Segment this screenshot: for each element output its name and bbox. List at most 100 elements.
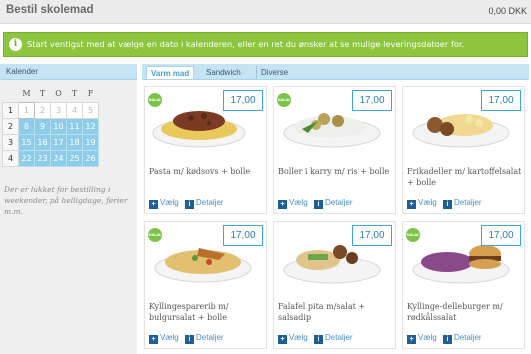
plus-icon: + (278, 200, 287, 209)
calendar-day[interactable]: 22 (18, 149, 35, 167)
product-name: Frikadeller m/ kartoffelsalat + bolle (407, 167, 522, 187)
choose-label: Vælg (289, 198, 308, 207)
info-icon: i (9, 38, 22, 51)
halal-badge: HALAL (148, 93, 162, 107)
page-header: Bestil skolemad 0,00 DKK (0, 0, 531, 24)
info-banner: i Start ventigst med at vælge en dato i … (3, 32, 528, 57)
choose-button[interactable]: + Vælg (149, 197, 179, 209)
calendar-day: 1 (18, 101, 35, 119)
calendar-day[interactable]: 9 (34, 117, 51, 135)
day-header: M (22, 89, 31, 99)
page-title: Bestil skolemad (6, 4, 94, 16)
calendar-day[interactable]: 24 (50, 149, 67, 167)
choose-label: Vælg (160, 333, 179, 342)
calendar-day[interactable]: 11 (66, 117, 83, 135)
info-square-icon: i (314, 335, 323, 344)
day-header: F (87, 89, 94, 99)
tab-varm-mad[interactable]: Varm mad (146, 66, 195, 79)
calendar-day[interactable]: 15 (18, 133, 35, 151)
price-tag: 17,00 (352, 225, 392, 246)
details-button[interactable]: i Detaljer (314, 197, 353, 209)
product-card: HALAL 17,00 Pasta m/ kødsovs + bolle + Væ… (144, 86, 267, 214)
calendar-day: 2 (34, 101, 51, 119)
calendar-day[interactable]: 16 (34, 133, 51, 151)
day-header: T (71, 89, 78, 99)
calendar-day[interactable]: 12 (82, 117, 99, 135)
info-square-icon: i (443, 335, 452, 344)
week-number: 1 (2, 101, 19, 119)
product-name: Kyllinge-delleburger m/ rødkålssalat (407, 302, 503, 322)
calendar-header: Kalender (0, 64, 137, 80)
price-tag: 17,00 (223, 90, 263, 111)
week-number: 2 (2, 117, 19, 135)
product-card: HALAL 17,00 Kyllingesparerib m/ bulgursa… (144, 221, 267, 349)
details-label: Detaljer (196, 198, 224, 207)
plus-icon: + (407, 335, 416, 344)
menu-panel: Varm mad Sandwich Diverse HALAL 17,00 Pa… (142, 64, 531, 354)
product-actions: + Vælg i Detaljer (278, 197, 396, 209)
product-card: 17,00 Frikadeller m/ kartoffelsalat + bo… (402, 86, 525, 214)
week-number: 4 (2, 149, 19, 167)
price-tag: 17,00 (352, 90, 392, 111)
choose-label: Vælg (418, 198, 437, 207)
halal-badge: HALAL (148, 228, 162, 242)
details-button[interactable]: i Detaljer (443, 332, 482, 344)
price-tag: 17,00 (223, 225, 263, 246)
info-square-icon: i (185, 200, 194, 209)
details-button[interactable]: i Detaljer (185, 197, 224, 209)
calendar-day: 5 (82, 101, 99, 119)
calendar-day: 3 (50, 101, 67, 119)
details-label: Detaljer (325, 333, 353, 342)
calendar-day[interactable]: 10 (50, 117, 67, 135)
calendar-day[interactable]: 25 (66, 149, 83, 167)
halal-badge: HALAL (406, 228, 420, 242)
category-tabs: Varm mad Sandwich Diverse (142, 64, 529, 80)
tab-diverse[interactable]: Diverse (256, 66, 292, 79)
plus-icon: + (149, 200, 158, 209)
calendar-day[interactable]: 8 (18, 117, 35, 135)
choose-button[interactable]: + Vælg (407, 197, 437, 209)
product-card: HALAL 17,00 Boller i karry m/ ris + boll… (273, 86, 396, 214)
product-actions: + Vælg i Detaljer (407, 197, 525, 209)
choose-button[interactable]: + Vælg (278, 197, 308, 209)
details-button[interactable]: i Detaljer (185, 332, 224, 344)
day-header: O (55, 89, 62, 99)
week-number: 3 (2, 133, 19, 151)
tab-sandwich[interactable]: Sandwich (202, 66, 245, 79)
details-label: Detaljer (454, 333, 482, 342)
choose-label: Vælg (418, 333, 437, 342)
calendar-day[interactable]: 23 (34, 149, 51, 167)
calendar-day[interactable]: 19 (82, 133, 99, 151)
choose-button[interactable]: + Vælg (278, 332, 308, 344)
details-button[interactable]: i Detaljer (443, 197, 482, 209)
product-actions: + Vælg i Detaljer (149, 332, 267, 344)
info-square-icon: i (443, 200, 452, 209)
plus-icon: + (149, 335, 158, 344)
calendar-day[interactable]: 26 (82, 149, 99, 167)
price-tag: 17,00 (481, 225, 521, 246)
week-col-header (3, 86, 19, 102)
halal-badge: HALAL (277, 93, 291, 107)
product-actions: + Vælg i Detaljer (278, 332, 396, 344)
product-card: 17,00 Falafel pita m/salat + salsadip + V… (273, 221, 396, 349)
calendar-day[interactable]: 17 (50, 133, 67, 151)
info-message: Start ventigst med at vælge en dato i ka… (27, 39, 465, 49)
choose-button[interactable]: + Vælg (149, 332, 179, 344)
plus-icon: + (407, 200, 416, 209)
choose-label: Vælg (289, 333, 308, 342)
calendar-day[interactable]: 18 (66, 133, 83, 151)
product-name: Kyllingesparerib m/ bulgursalat + bolle (149, 302, 229, 322)
details-label: Detaljer (454, 198, 482, 207)
product-name: Pasta m/ kødsovs + bolle (149, 167, 251, 176)
details-label: Detaljer (325, 198, 353, 207)
price-tag: 17,00 (481, 90, 521, 111)
product-actions: + Vælg i Detaljer (407, 332, 525, 344)
product-name: Boller i karry m/ ris + bolle (278, 167, 390, 176)
calendar-title: Kalender (6, 67, 39, 76)
calendar-panel: Kalender M T O T F 1 1 2 3 4 5 2 8 9 10 … (0, 64, 137, 354)
details-button[interactable]: i Detaljer (314, 332, 353, 344)
calendar-note: Der er lukket for bestilling i weekender… (4, 185, 128, 216)
cart-total: 0,00 DKK (488, 6, 527, 16)
product-actions: + Vælg i Detaljer (149, 197, 267, 209)
choose-button[interactable]: + Vælg (407, 332, 437, 344)
